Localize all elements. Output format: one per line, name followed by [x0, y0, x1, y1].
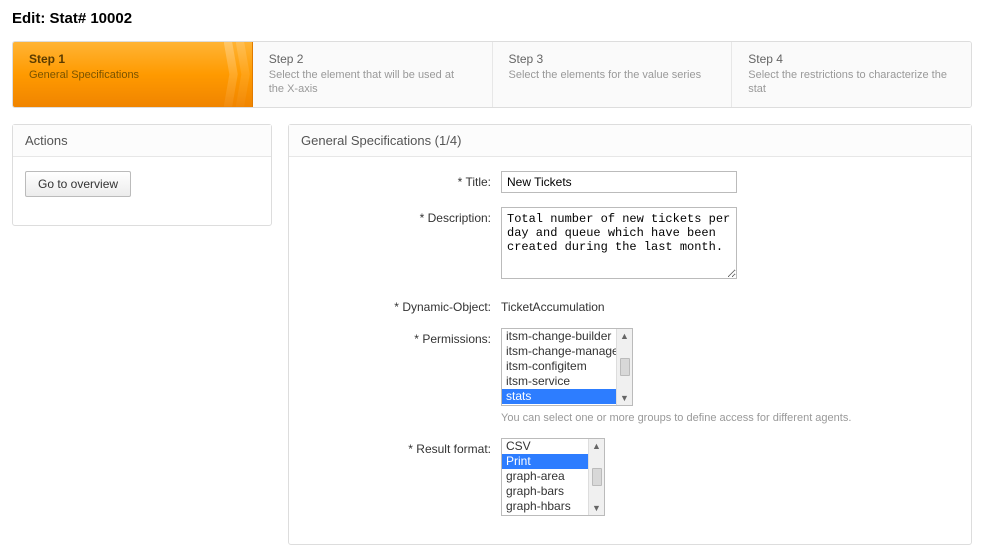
step-desc: General Specifications: [29, 68, 232, 82]
title-input[interactable]: [501, 171, 737, 193]
step-desc: Select the elements for the value series: [509, 68, 712, 82]
wizard-step-3[interactable]: Step 3 Select the elements for the value…: [492, 42, 732, 107]
list-item[interactable]: stats: [502, 389, 616, 404]
result-format-listbox[interactable]: CSV Print graph-area graph-bars graph-hb…: [501, 438, 605, 516]
scroll-up-icon[interactable]: ▲: [592, 441, 601, 451]
list-item[interactable]: graph-area: [502, 469, 588, 484]
permissions-listbox[interactable]: itsm-change-builder itsm-change-manager …: [501, 328, 633, 406]
step-title: Step 3: [509, 52, 712, 66]
step-title: Step 4: [748, 52, 951, 66]
wizard-step-2[interactable]: Step 2 Select the element that will be u…: [253, 42, 492, 107]
list-item[interactable]: CSV: [502, 439, 588, 454]
scrollbar[interactable]: ▲ ▼: [616, 329, 632, 405]
form-header: General Specifications (1/4): [289, 125, 971, 157]
page-title: Edit: Stat# 10002: [12, 10, 972, 27]
list-item[interactable]: graph-bars: [502, 484, 588, 499]
description-label: Description:: [301, 207, 501, 225]
list-item[interactable]: graph-hbars: [502, 499, 588, 514]
wizard-step-4[interactable]: Step 4 Select the restrictions to charac…: [731, 42, 971, 107]
scroll-down-icon[interactable]: ▼: [592, 503, 601, 513]
scrollbar[interactable]: ▲ ▼: [588, 439, 604, 515]
list-item[interactable]: itsm-change-builder: [502, 329, 616, 344]
step-desc: Select the element that will be used at …: [269, 68, 472, 97]
step-desc: Select the restrictions to characterize …: [748, 68, 951, 97]
dynamic-object-value: TicketAccumulation: [501, 296, 959, 314]
step-title: Step 2: [269, 52, 472, 66]
list-item[interactable]: itsm-configitem: [502, 359, 616, 374]
scroll-up-icon[interactable]: ▲: [620, 331, 629, 341]
scroll-thumb[interactable]: [592, 468, 602, 486]
title-label: Title:: [301, 171, 501, 189]
wizard-steps: Step 1 General Specifications Step 2 Sel…: [12, 41, 972, 108]
form-panel: General Specifications (1/4) Title: Desc…: [288, 124, 972, 545]
go-to-overview-button[interactable]: Go to overview: [25, 171, 131, 197]
dynamic-object-label: Dynamic-Object:: [301, 296, 501, 314]
permissions-label: Permissions:: [301, 328, 501, 346]
scroll-thumb[interactable]: [620, 358, 630, 376]
scroll-down-icon[interactable]: ▼: [620, 393, 629, 403]
wizard-step-1[interactable]: Step 1 General Specifications: [12, 41, 253, 108]
step-title: Step 1: [29, 52, 232, 66]
list-item[interactable]: Print: [502, 454, 588, 469]
list-item[interactable]: itsm-change-manager: [502, 344, 616, 359]
result-format-label: Result format:: [301, 438, 501, 456]
actions-header: Actions: [13, 125, 271, 157]
description-textarea[interactable]: Total number of new tickets per day and …: [501, 207, 737, 279]
permissions-hint: You can select one or more groups to def…: [501, 412, 959, 424]
actions-panel: Actions Go to overview: [12, 124, 272, 226]
list-item[interactable]: itsm-service: [502, 374, 616, 389]
